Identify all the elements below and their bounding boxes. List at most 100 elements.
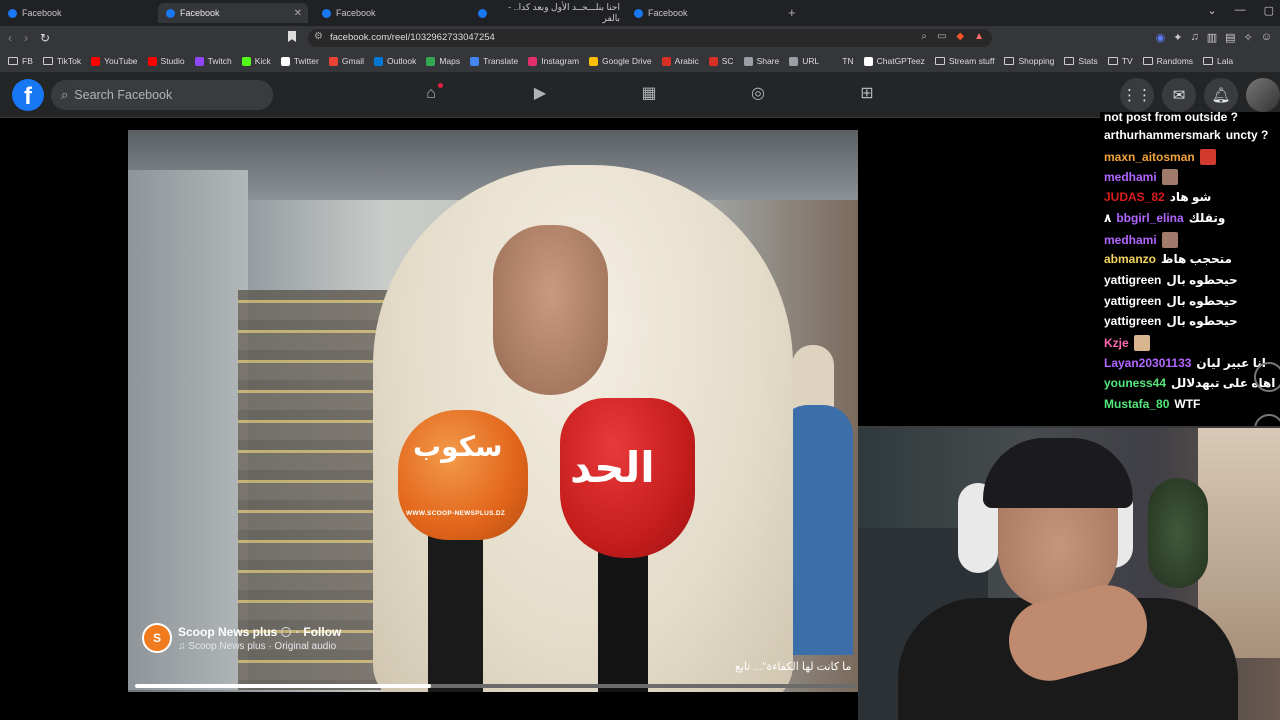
scroll-up-icon[interactable] [1254,362,1280,392]
search-box[interactable]: ⌕ Search Facebook [51,80,273,110]
bookmark-stats[interactable]: Stats [1064,56,1098,66]
bookmark-fb[interactable]: FB [8,56,33,66]
search-input[interactable]: Search Facebook [74,88,172,102]
close-tab-icon[interactable]: ✕ [294,8,302,19]
folder-icon [1004,57,1015,65]
cast-icon[interactable]: ▭ [937,31,946,42]
chat-username[interactable]: yattigreen [1104,314,1161,328]
bookmark-shopping[interactable]: Shopping [1004,56,1054,66]
progress-fill [135,684,432,688]
chat-username[interactable]: abmanzo [1104,252,1156,266]
bookmark-maps[interactable]: Maps [426,56,460,66]
chat-message: abmanzo متحجب هاظ [1104,252,1232,266]
back-icon[interactable]: ‹ [8,31,12,45]
bookmark-studio[interactable]: Studio [147,56,185,66]
profile-icon[interactable]: ☺ [1261,31,1272,44]
chat-username[interactable]: youness44 [1104,376,1166,390]
chat-text: WTF [1174,397,1201,412]
dropdown-icon[interactable]: ⌄ [1207,4,1216,17]
extensions-icon[interactable]: ✦ [1173,31,1182,44]
bookmark-chatgpteez[interactable]: ChatGPTeez [863,56,925,66]
orange-mic-handle [428,530,483,692]
account-avatar[interactable] [1246,78,1280,112]
facebook-logo-icon[interactable]: f [12,79,44,111]
marketplace-icon[interactable]: ▦ [639,84,659,104]
chat-text: شو هاد [1169,190,1212,205]
bookmark-gmail[interactable]: Gmail [328,56,364,66]
forward-icon[interactable]: › [24,31,28,45]
video-icon[interactable]: ▶ [530,84,550,104]
sidebar-icon[interactable]: ▥ [1207,31,1217,44]
bookmark-twitter[interactable]: Twitter [280,56,319,66]
bookmark-tiktok[interactable]: TikTok [42,56,82,66]
bookmark-instagram[interactable]: Instagram [528,56,579,66]
bookmark-icon[interactable] [288,31,296,42]
tab-facebook-active[interactable]: Facebook ✕ [158,3,308,23]
music-icon[interactable]: ♫ [1190,31,1198,44]
url-text[interactable]: facebook.com/reel/1032962733047254 [330,32,495,43]
bookmark-outlook[interactable]: Outlook [374,56,416,66]
audio-label[interactable]: Scoop News plus · Original audio [188,641,336,652]
video-progress-bar[interactable] [135,684,857,688]
page-name[interactable]: Scoop News plus [178,625,277,639]
chat-username[interactable]: arthurhammersmark [1104,128,1221,142]
brave-shield-icon[interactable]: ◆ [956,31,964,42]
bookmark-twitch[interactable]: Twitch [194,56,232,66]
chat-username[interactable]: bbgirl_elina [1116,211,1183,225]
vpn-icon[interactable]: ◉ [1156,31,1166,44]
site-info-icon[interactable]: ⚙ [314,31,323,42]
notifications-icon[interactable]: 🔔︎ [1204,78,1238,112]
bookmark-kick[interactable]: Kick [241,56,271,66]
menu-grid-icon[interactable]: ⋮⋮ [1120,78,1154,112]
reel-video[interactable]: سكوب WWW.SCOOP-NEWSPLUS.DZ الحد سكوب [128,130,858,692]
url-bar[interactable]: ⚙ facebook.com/reel/1032962733047254 ⌕ ▭… [308,29,992,47]
minimize-icon[interactable]: — [1235,4,1246,17]
chat-username[interactable]: medhami [1104,233,1157,247]
reel-caption[interactable]: ما كانت لها الكفاءة"... تابع [735,660,851,673]
tab-arabic-video[interactable]: احنا بنلـــحــد الأول وبعد كدا.. - بالفر [470,2,620,23]
chat-username[interactable]: yattigreen [1104,273,1161,287]
follow-button[interactable]: Follow [303,625,341,639]
bookmark-label: Studio [160,56,185,66]
bookmark-youtube[interactable]: YouTube [91,56,138,66]
reload-icon[interactable]: ↻ [40,31,50,45]
tab-facebook-3[interactable]: Facebook [314,3,464,23]
bookmark-tn[interactable]: TN [829,56,854,66]
verified-icon [281,626,292,637]
bookmark-share[interactable]: Share [743,56,779,66]
tab-facebook-1[interactable]: Facebook [0,3,150,23]
audio-row: ♫ Scoop News plus · Original audio [178,641,341,652]
groups-icon[interactable]: ◎ [748,84,768,104]
bookmark-sc[interactable]: SC [708,56,734,66]
wallet-icon[interactable]: ▤ [1225,31,1235,44]
bookmark-randoms[interactable]: Randoms [1142,56,1193,66]
bookmark-google-drive[interactable]: Google Drive [589,56,652,66]
chat-username[interactable]: Kzje [1104,336,1129,350]
bookmark-tv[interactable]: TV [1107,56,1133,66]
favicon-icon [147,56,157,66]
page-avatar[interactable]: S [142,623,172,653]
gaming-icon[interactable]: ⊞ [857,84,877,104]
maximize-icon[interactable]: ▢ [1264,4,1274,17]
leo-icon[interactable]: ✧ [1244,31,1253,44]
chat-username[interactable]: maxn_aitosman [1104,150,1195,164]
brave-rewards-icon[interactable]: ▲ [974,31,984,42]
chat-username[interactable]: medhami [1104,170,1157,184]
bookmark-stream-stuff[interactable]: Stream stuff [934,56,994,66]
bookmark-url[interactable]: URL [789,56,819,66]
chat-username[interactable]: Layan20301133 [1104,356,1191,370]
zoom-icon[interactable]: ⌕ [921,31,927,42]
chat-message: yattigreen حيحطوه بال [1104,294,1238,308]
messenger-icon[interactable]: ✉ [1162,78,1196,112]
bookmark-label: TikTok [56,56,82,66]
bookmark-translate[interactable]: Translate [470,56,518,66]
notification-dot [438,83,443,88]
chat-username[interactable]: JUDAS_82 [1104,190,1165,204]
chat-username[interactable]: yattigreen [1104,294,1161,308]
tab-facebook-5[interactable]: Facebook [626,3,776,23]
bookmark-lala[interactable]: Lala [1203,56,1233,66]
bookmark-arabic[interactable]: Arabic [661,56,699,66]
chat-username[interactable]: Mustafa_80 [1104,397,1169,411]
new-tab-icon[interactable]: + [788,5,796,20]
header-actions: ⋮⋮ ✉ 🔔︎ [1120,78,1280,112]
